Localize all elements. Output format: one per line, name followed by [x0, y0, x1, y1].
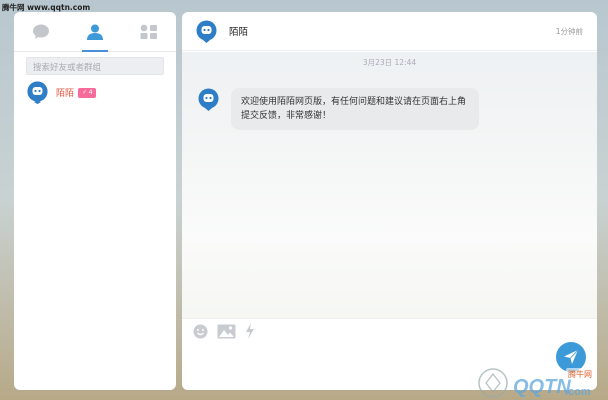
momo-avatar-icon [196, 20, 217, 43]
composer-toolbar [182, 319, 597, 343]
chat-title: 陌陌 [229, 27, 249, 38]
contact-name: 陌陌 [56, 89, 75, 99]
message-bubble: 欢迎使用陌陌网页版，有任何问题和建议请在页面右上角提交反馈，非常感谢！ [231, 88, 479, 130]
momo-avatar-icon [198, 88, 219, 111]
apps-grid-icon [140, 24, 157, 39]
tab-groups[interactable] [122, 12, 176, 51]
contact-item[interactable]: 陌陌 ♂ 4 [27, 81, 176, 104]
search-input[interactable]: 搜索好友或者群组 [26, 57, 164, 75]
watermark-logo-text: QQTN [513, 376, 571, 398]
chat-header: 陌陌 1分钟前 [182, 12, 597, 51]
chat-panel: 陌陌 1分钟前 3月23日 12:44 欢迎使用陌陌网页版，有任何问题和建议请在… [182, 12, 597, 390]
momo-avatar-icon [27, 81, 48, 104]
last-active-time: 1分钟前 [555, 26, 583, 36]
message-area[interactable]: 3月23日 12:44 欢迎使用陌陌网页版，有任何问题和建议请在页面右上角提交反… [182, 52, 597, 318]
send-icon [564, 349, 579, 364]
gender-age-badge: ♂ 4 [78, 87, 97, 98]
emoji-icon [193, 324, 208, 338]
message-row: 欢迎使用陌陌网页版，有任何问题和建议请在页面右上角提交反馈，非常感谢！ [198, 88, 479, 130]
person-icon [87, 24, 103, 40]
shake-button[interactable] [245, 323, 255, 339]
tab-contacts[interactable] [68, 12, 122, 52]
emoji-button[interactable] [193, 324, 208, 339]
image-icon [217, 324, 236, 338]
message-date: 3月23日 12:44 [362, 58, 417, 67]
chat-bubble-icon [33, 24, 49, 39]
watermark-logo-domain: .com [565, 386, 591, 398]
image-button[interactable] [217, 324, 236, 339]
lightning-icon [246, 323, 254, 339]
sidebar-tabs [14, 12, 176, 52]
sidebar: 搜索好友或者群组 陌陌 ♂ 4 [14, 12, 176, 390]
watermark-badge-text: 腾牛网 [568, 369, 592, 379]
qqtn-watermark-logo: QQTN .com 腾牛网 [478, 368, 597, 398]
tab-chat[interactable] [14, 12, 68, 51]
